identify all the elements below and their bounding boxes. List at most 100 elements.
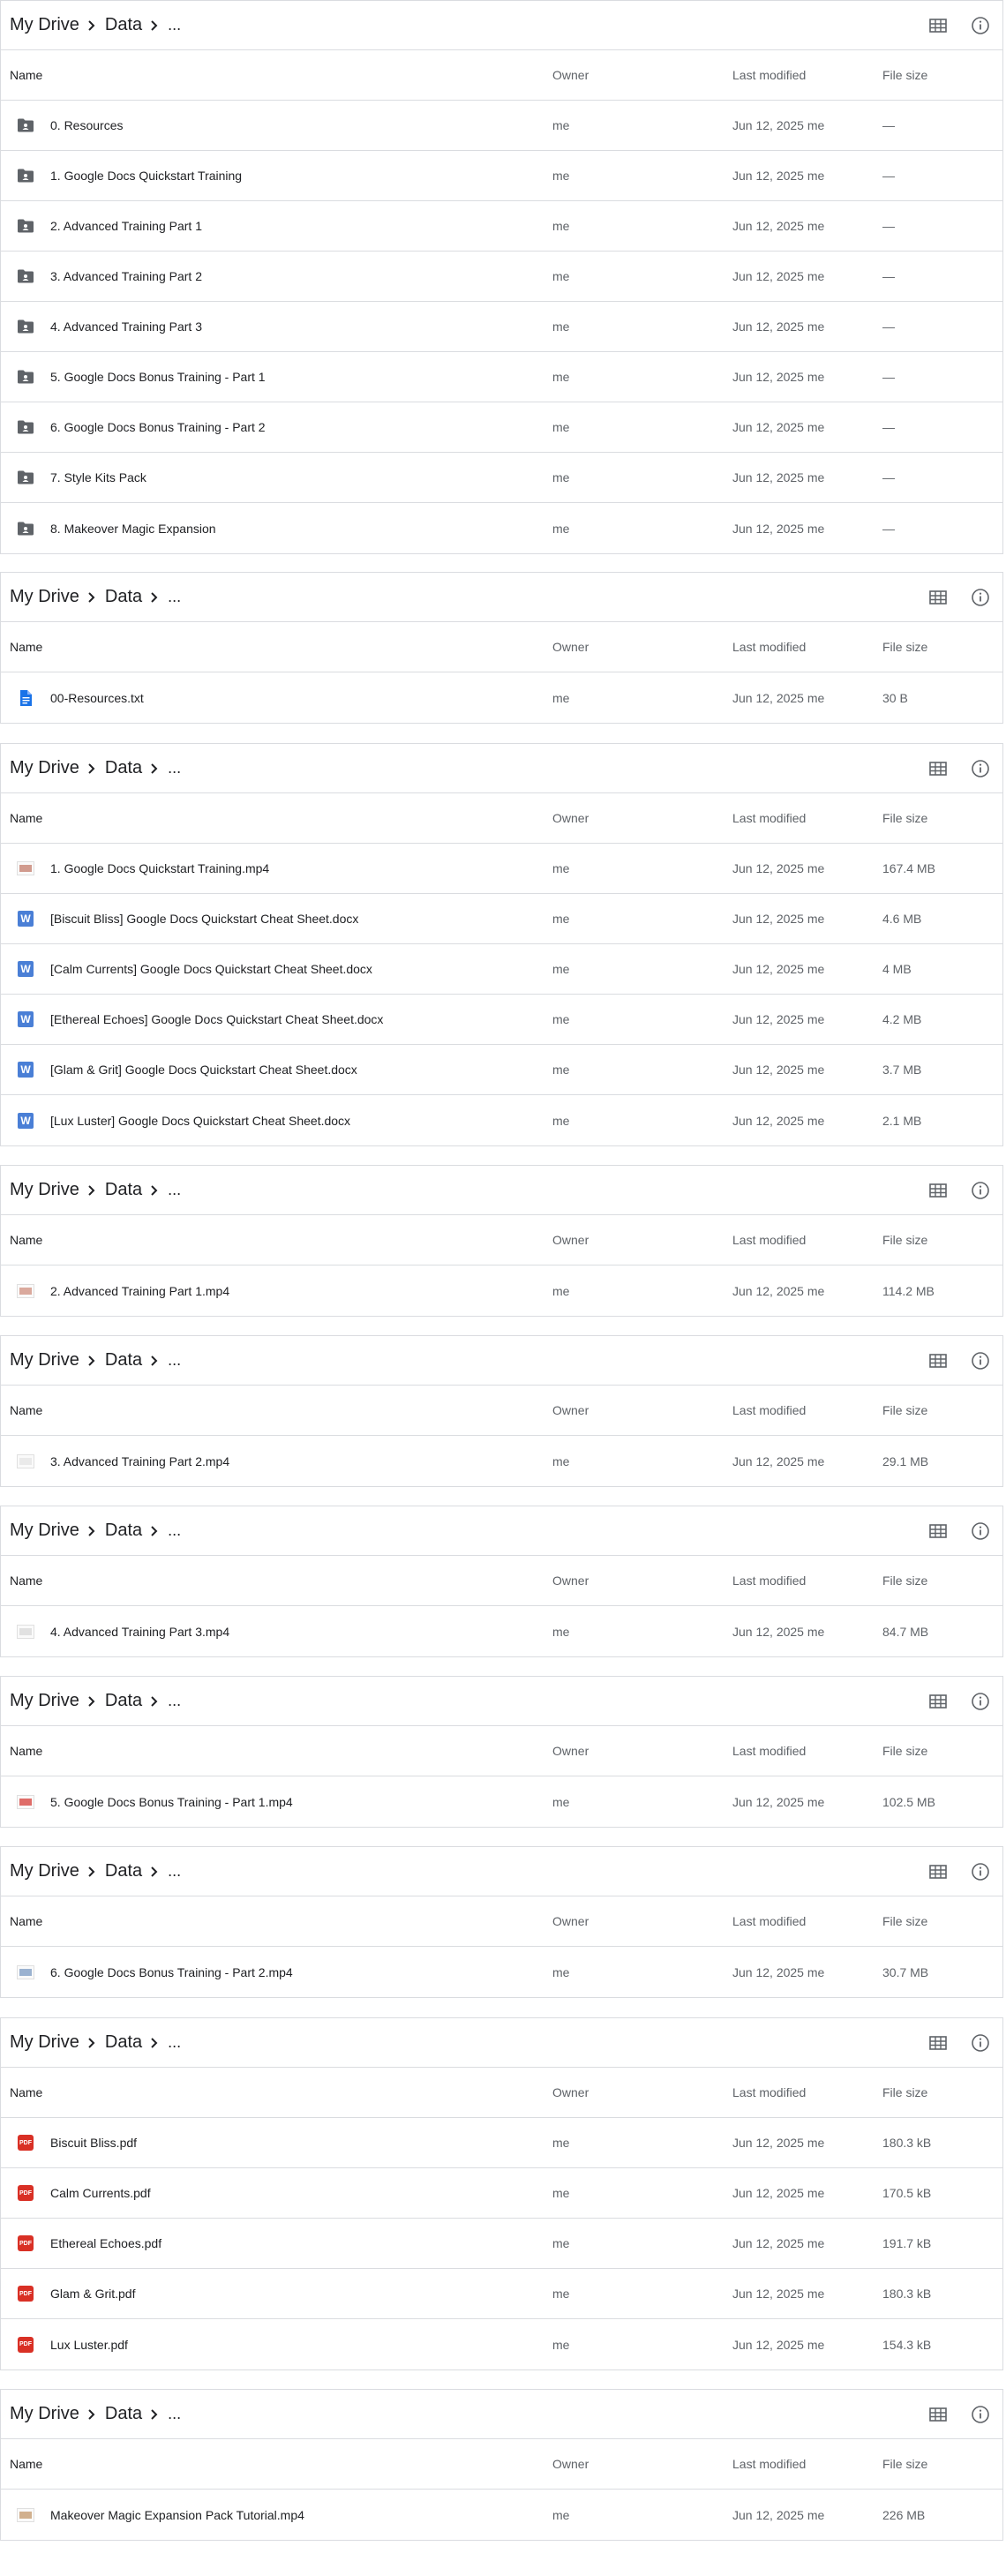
column-header-owner[interactable]: Owner [552,1744,732,1758]
file-row[interactable]: 7. Style Kits Pack me Jun 12, 2025 me — [1,453,1002,503]
info-icon[interactable] [971,2405,990,2424]
grid-view-icon[interactable] [928,1181,948,1200]
grid-view-icon[interactable] [928,1862,948,1881]
breadcrumb-data[interactable]: Data [105,1180,142,1200]
column-header-last-modified[interactable]: Last modified [732,640,882,654]
column-header-file-size[interactable]: File size [882,1233,927,1247]
file-row[interactable]: PDF Ethereal Echoes.pdf me Jun 12, 2025 me 1… [1,2219,1002,2269]
info-icon[interactable] [971,1351,990,1371]
file-row[interactable]: 5. Google Docs Bonus Training - Part 1 me… [1,352,1002,402]
column-header-name[interactable]: Name [1,2085,552,2099]
column-header-name[interactable]: Name [1,1233,552,1247]
breadcrumb-my-drive[interactable]: My Drive [10,1521,79,1541]
breadcrumb-more[interactable]: ... [168,2033,181,2052]
breadcrumb-data[interactable]: Data [105,15,142,35]
file-row[interactable]: 3. Advanced Training Part 2 me Jun 12, 202… [1,252,1002,302]
grid-view-icon[interactable] [928,1692,948,1711]
grid-view-icon[interactable] [928,2033,948,2053]
info-icon[interactable] [971,759,990,778]
grid-view-icon[interactable] [928,1351,948,1371]
column-header-name[interactable]: Name [1,68,552,82]
breadcrumb-my-drive[interactable]: My Drive [10,15,79,35]
breadcrumb-data[interactable]: Data [105,1521,142,1541]
file-row[interactable]: 5. Google Docs Bonus Training - Part 1.m… [1,1776,1002,1827]
breadcrumb-my-drive[interactable]: My Drive [10,1180,79,1200]
breadcrumb-more[interactable]: ... [168,759,181,777]
file-row[interactable]: 2. Advanced Training Part 1 me Jun 12, 202… [1,201,1002,252]
column-header-last-modified[interactable]: Last modified [732,811,882,825]
breadcrumb-data[interactable]: Data [105,587,142,607]
info-icon[interactable] [971,1862,990,1881]
breadcrumb-more[interactable]: ... [168,1181,181,1199]
file-row[interactable]: 0. Resources me Jun 12, 2025 me — [1,101,1002,151]
file-row[interactable]: 8. Makeover Magic Expansion me Jun 12, 202… [1,503,1002,553]
column-header-file-size[interactable]: File size [882,2085,927,2099]
file-row[interactable]: 1. Google Docs Quickstart Training.mp4 me… [1,844,1002,894]
grid-view-icon[interactable] [928,1521,948,1541]
column-header-last-modified[interactable]: Last modified [732,1233,882,1247]
file-row[interactable]: PDF Glam & Grit.pdf me Jun 12, 2025 me 180.3… [1,2269,1002,2319]
column-header-last-modified[interactable]: Last modified [732,1573,882,1588]
column-header-owner[interactable]: Owner [552,2085,732,2099]
file-row[interactable]: 00-Resources.txt me Jun 12, 2025 me 30 B [1,672,1002,723]
column-header-last-modified[interactable]: Last modified [732,2457,882,2471]
breadcrumb-data[interactable]: Data [105,758,142,778]
breadcrumb-data[interactable]: Data [105,2032,142,2053]
column-header-owner[interactable]: Owner [552,2457,732,2471]
column-header-owner[interactable]: Owner [552,1573,732,1588]
column-header-last-modified[interactable]: Last modified [732,1403,882,1417]
column-header-file-size[interactable]: File size [882,1403,927,1417]
info-icon[interactable] [971,16,990,35]
column-header-last-modified[interactable]: Last modified [732,68,882,82]
column-header-owner[interactable]: Owner [552,1233,732,1247]
column-header-name[interactable]: Name [1,1914,552,1928]
breadcrumb-data[interactable]: Data [105,1691,142,1711]
file-row[interactable]: Makeover Magic Expansion Pack Tutorial.m… [1,2490,1002,2540]
file-row[interactable]: W [Glam & Grit] Google Docs Quickstart Ch… [1,1045,1002,1095]
column-header-owner[interactable]: Owner [552,640,732,654]
file-row[interactable]: 4. Advanced Training Part 3 me Jun 12, 202… [1,302,1002,352]
column-header-name[interactable]: Name [1,1403,552,1417]
breadcrumb-my-drive[interactable]: My Drive [10,1861,79,1881]
file-row[interactable]: 4. Advanced Training Part 3.mp4 me Jun 12,… [1,1606,1002,1656]
breadcrumb-more[interactable]: ... [168,1692,181,1710]
column-header-name[interactable]: Name [1,2457,552,2471]
info-icon[interactable] [971,2033,990,2053]
breadcrumb-more[interactable]: ... [168,1521,181,1540]
column-header-file-size[interactable]: File size [882,68,927,82]
file-row[interactable]: 2. Advanced Training Part 1.mp4 me Jun 12,… [1,1265,1002,1316]
info-icon[interactable] [971,1521,990,1541]
column-header-owner[interactable]: Owner [552,68,732,82]
column-header-owner[interactable]: Owner [552,1914,732,1928]
breadcrumb-data[interactable]: Data [105,1350,142,1371]
breadcrumb-more[interactable]: ... [168,1862,181,1881]
breadcrumb-my-drive[interactable]: My Drive [10,2404,79,2424]
breadcrumb-my-drive[interactable]: My Drive [10,1691,79,1711]
breadcrumb-more[interactable]: ... [168,16,181,34]
column-header-last-modified[interactable]: Last modified [732,1744,882,1758]
column-header-owner[interactable]: Owner [552,811,732,825]
breadcrumb-more[interactable]: ... [168,1351,181,1370]
file-row[interactable]: W [Biscuit Bliss] Google Docs Quickstart … [1,894,1002,944]
breadcrumb-my-drive[interactable]: My Drive [10,2032,79,2053]
breadcrumb-more[interactable]: ... [168,2405,181,2423]
grid-view-icon[interactable] [928,16,948,35]
file-row[interactable]: 6. Google Docs Bonus Training - Part 2.m… [1,1947,1002,1997]
column-header-last-modified[interactable]: Last modified [732,1914,882,1928]
column-header-file-size[interactable]: File size [882,1573,927,1588]
column-header-name[interactable]: Name [1,811,552,825]
info-icon[interactable] [971,1692,990,1711]
info-icon[interactable] [971,1181,990,1200]
file-row[interactable]: W [Lux Luster] Google Docs Quickstart Che… [1,1095,1002,1145]
file-row[interactable]: W [Ethereal Echoes] Google Docs Quickstar… [1,995,1002,1045]
column-header-last-modified[interactable]: Last modified [732,2085,882,2099]
column-header-file-size[interactable]: File size [882,2457,927,2471]
column-header-file-size[interactable]: File size [882,1744,927,1758]
column-header-name[interactable]: Name [1,1744,552,1758]
breadcrumb-data[interactable]: Data [105,1861,142,1881]
column-header-file-size[interactable]: File size [882,811,927,825]
file-row[interactable]: PDF Biscuit Bliss.pdf me Jun 12, 2025 me 180… [1,2118,1002,2168]
file-row[interactable]: PDF Lux Luster.pdf me Jun 12, 2025 me 154.3 … [1,2319,1002,2369]
breadcrumb-more[interactable]: ... [168,588,181,606]
info-icon[interactable] [971,588,990,607]
